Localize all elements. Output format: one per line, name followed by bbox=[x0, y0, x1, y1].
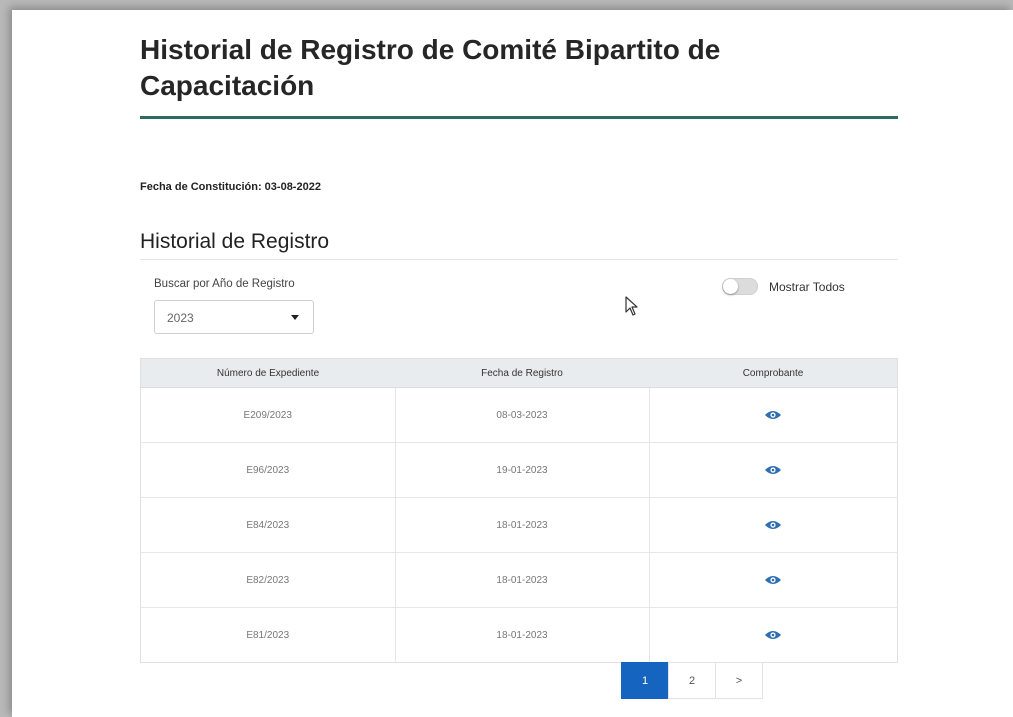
page-button-2[interactable]: 2 bbox=[668, 662, 716, 699]
main-content: Historial de Registro de Comité Bipartit… bbox=[140, 10, 898, 663]
expediente-cell: E84/2023 bbox=[140, 497, 396, 553]
mostrar-todos-toggle[interactable] bbox=[722, 278, 758, 295]
year-filter-label: Buscar por Año de Registro bbox=[154, 278, 295, 290]
column-header-expediente[interactable]: Número de Expediente bbox=[140, 358, 395, 388]
page-button-1[interactable]: 1 bbox=[621, 662, 669, 699]
table-row: E96/2023 19-01-2023 bbox=[140, 442, 898, 498]
fecha-cell: 08-03-2023 bbox=[395, 387, 650, 443]
comprobante-cell bbox=[649, 387, 898, 443]
table-header-row: Número de Expediente Fecha de Registro C… bbox=[140, 358, 898, 388]
caret-down-icon bbox=[291, 315, 299, 320]
comprobante-cell bbox=[649, 552, 898, 608]
mostrar-todos-label: Mostrar Todos bbox=[769, 280, 845, 294]
table-row: E84/2023 18-01-2023 bbox=[140, 497, 898, 553]
section-title: Historial de Registro bbox=[140, 230, 330, 253]
year-select[interactable]: 2023 bbox=[154, 300, 314, 334]
app-window: Historial de Registro de Comité Bipartit… bbox=[12, 10, 1013, 717]
expediente-cell: E96/2023 bbox=[140, 442, 396, 498]
fecha-cell: 18-01-2023 bbox=[395, 497, 650, 553]
comprobante-cell bbox=[649, 442, 898, 498]
eye-icon[interactable] bbox=[764, 409, 782, 421]
registro-table: Número de Expediente Fecha de Registro C… bbox=[140, 358, 898, 663]
fecha-cell: 18-01-2023 bbox=[395, 552, 650, 608]
expediente-cell: E81/2023 bbox=[140, 607, 396, 663]
eye-icon[interactable] bbox=[764, 464, 782, 476]
pagination: 1 2 > bbox=[621, 662, 763, 699]
toggle-knob bbox=[723, 279, 738, 294]
expediente-cell: E82/2023 bbox=[140, 552, 396, 608]
table-row: E82/2023 18-01-2023 bbox=[140, 552, 898, 608]
comprobante-cell bbox=[649, 497, 898, 553]
next-page-button[interactable]: > bbox=[715, 662, 763, 699]
title-divider bbox=[140, 116, 898, 119]
fecha-cell: 19-01-2023 bbox=[395, 442, 650, 498]
year-select-value: 2023 bbox=[167, 311, 194, 325]
column-header-comprobante[interactable]: Comprobante bbox=[649, 358, 898, 388]
eye-icon[interactable] bbox=[764, 519, 782, 531]
eye-icon[interactable] bbox=[764, 574, 782, 586]
fecha-constitucion: Fecha de Constitución: 03-08-2022 bbox=[140, 181, 321, 193]
eye-icon[interactable] bbox=[764, 629, 782, 641]
mouse-cursor-icon bbox=[625, 296, 638, 316]
column-header-fecha[interactable]: Fecha de Registro bbox=[395, 358, 649, 388]
table-row: E81/2023 18-01-2023 bbox=[140, 607, 898, 663]
fecha-cell: 18-01-2023 bbox=[395, 607, 650, 663]
comprobante-cell bbox=[649, 608, 898, 663]
page-title: Historial de Registro de Comité Bipartit… bbox=[140, 34, 721, 101]
filter-bar: Buscar por Año de Registro 2023 Mostrar … bbox=[140, 260, 898, 358]
table-row: E209/2023 08-03-2023 bbox=[140, 387, 898, 443]
expediente-cell: E209/2023 bbox=[140, 387, 396, 443]
